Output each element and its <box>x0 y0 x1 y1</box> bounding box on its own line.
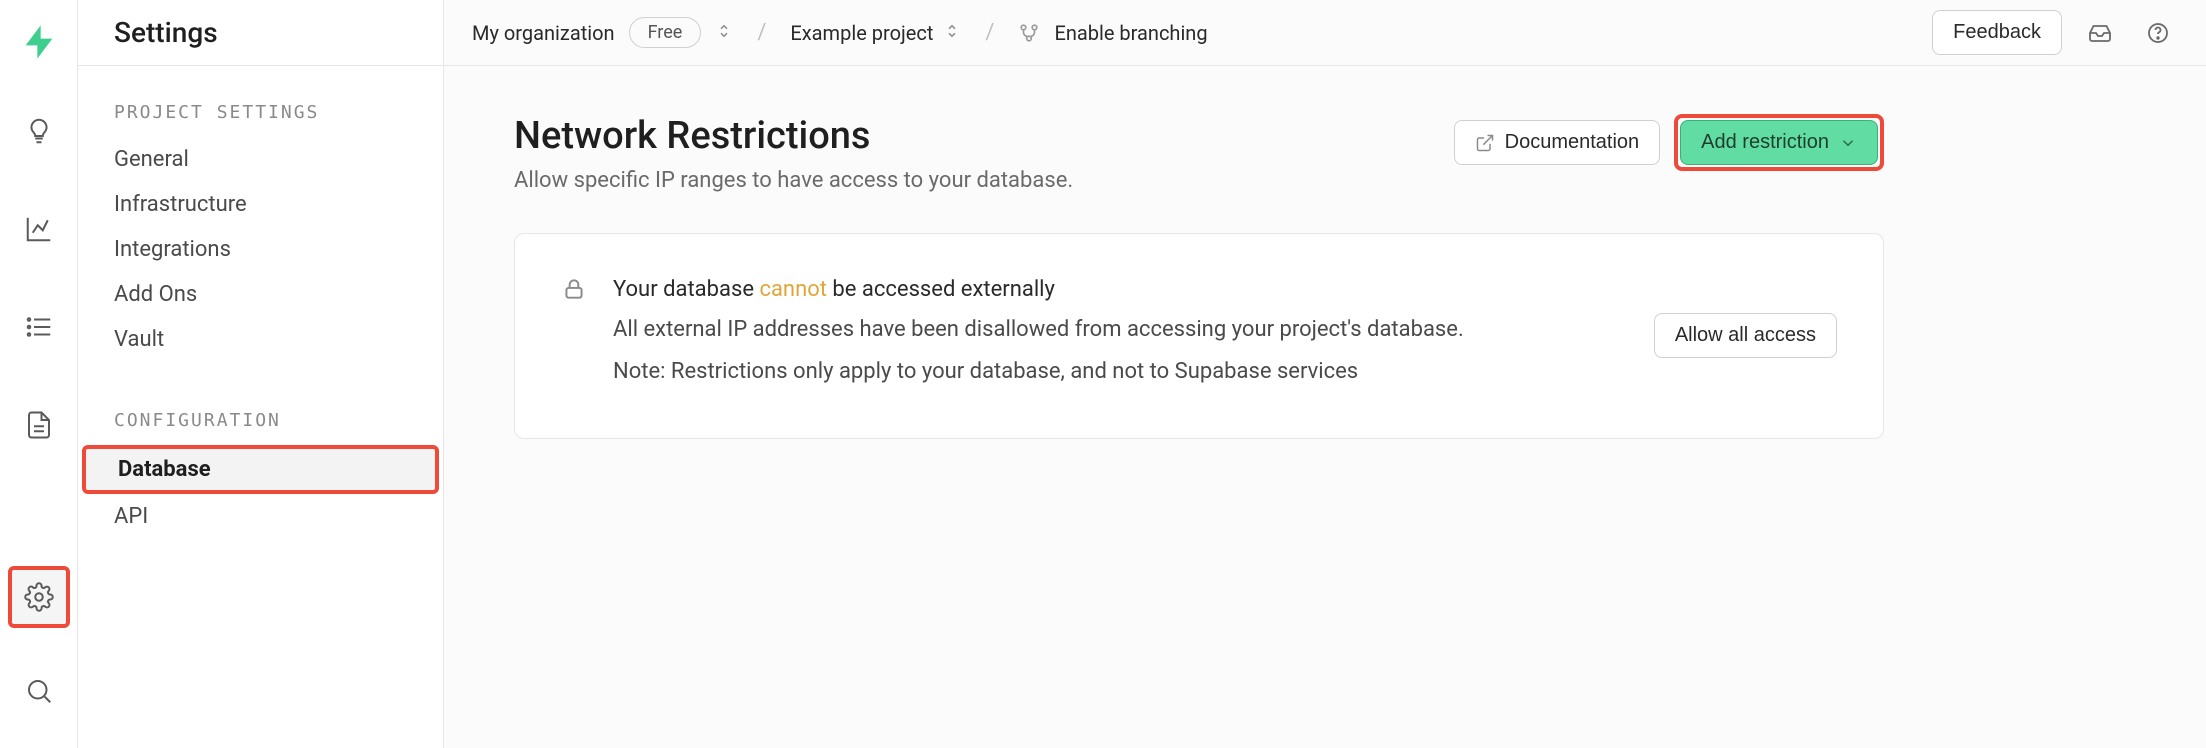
sidebar-item-integrations[interactable]: Integrations <box>78 227 443 272</box>
allow-all-label: Allow all access <box>1675 324 1816 347</box>
branching-label: Enable branching <box>1054 21 1207 45</box>
chevron-down-icon <box>1839 134 1857 152</box>
feedback-button[interactable]: Feedback <box>1932 10 2062 55</box>
breadcrumb-separator: / <box>979 20 1000 45</box>
help-icon[interactable] <box>2138 13 2178 53</box>
card-body-note: Note: Restrictions only apply to your da… <box>613 356 1628 388</box>
branch-icon <box>1018 22 1040 44</box>
sidebar-item-api[interactable]: API <box>78 494 443 539</box>
sidebar-group-title: PROJECT SETTINGS <box>78 94 443 137</box>
allow-all-access-button[interactable]: Allow all access <box>1654 313 1837 358</box>
reports-icon[interactable] <box>8 198 70 260</box>
sidebar-item-add-ons[interactable]: Add Ons <box>78 272 443 317</box>
restrictions-card: Your database cannot be accessed externa… <box>514 233 1884 439</box>
project-selector[interactable]: Example project <box>790 21 961 45</box>
hints-icon[interactable] <box>8 100 70 162</box>
card-body-line: All external IP addresses have been disa… <box>613 314 1628 346</box>
docs-icon[interactable] <box>8 394 70 456</box>
feedback-label: Feedback <box>1953 21 2041 44</box>
chevron-up-down-icon <box>943 21 961 45</box>
headline-warn: cannot <box>759 277 827 302</box>
enable-branching-button[interactable]: Enable branching <box>1018 21 1207 45</box>
documentation-label: Documentation <box>1505 131 1640 154</box>
logs-icon[interactable] <box>8 296 70 358</box>
sidebar-item-general[interactable]: General <box>78 137 443 182</box>
topbar: My organization Free / Example project /… <box>444 0 2206 66</box>
sidebar-group-project-settings: PROJECT SETTINGS General Infrastructure … <box>78 66 443 374</box>
add-restriction-highlight: Add restriction <box>1674 114 1884 171</box>
org-selector[interactable]: My organization Free <box>472 17 733 48</box>
icon-rail <box>0 0 78 748</box>
search-icon[interactable] <box>8 660 70 722</box>
logo[interactable] <box>19 22 59 62</box>
section-header: Network Restrictions Allow specific IP r… <box>514 114 1884 193</box>
sidebar-item-vault[interactable]: Vault <box>78 317 443 362</box>
settings-sidebar: Settings PROJECT SETTINGS General Infras… <box>78 0 444 748</box>
main: My organization Free / Example project /… <box>444 0 2206 748</box>
sidebar-item-infrastructure[interactable]: Infrastructure <box>78 182 443 227</box>
content: Network Restrictions Allow specific IP r… <box>444 66 2206 487</box>
headline-suffix: be accessed externally <box>827 277 1055 302</box>
headline-prefix: Your database <box>613 277 759 302</box>
add-restriction-label: Add restriction <box>1701 131 1829 154</box>
sidebar-title: Settings <box>78 0 443 66</box>
external-link-icon <box>1475 133 1495 153</box>
section-subtitle: Allow specific IP ranges to have access … <box>514 168 1454 193</box>
sidebar-group-title: CONFIGURATION <box>78 402 443 445</box>
documentation-button[interactable]: Documentation <box>1454 120 1661 165</box>
sidebar-item-database[interactable]: Database <box>82 445 439 494</box>
lock-icon <box>561 274 587 306</box>
project-name: Example project <box>790 21 933 45</box>
add-restriction-button[interactable]: Add restriction <box>1680 120 1878 165</box>
sidebar-group-configuration: CONFIGURATION Database API <box>78 374 443 551</box>
section-title: Network Restrictions <box>514 114 1454 158</box>
inbox-icon[interactable] <box>2080 13 2120 53</box>
chevron-up-down-icon <box>715 21 733 45</box>
plan-badge: Free <box>629 17 702 48</box>
card-headline: Your database cannot be accessed externa… <box>613 274 1628 306</box>
settings-icon[interactable] <box>8 566 70 628</box>
breadcrumb-separator: / <box>751 20 772 45</box>
org-name: My organization <box>472 21 615 45</box>
